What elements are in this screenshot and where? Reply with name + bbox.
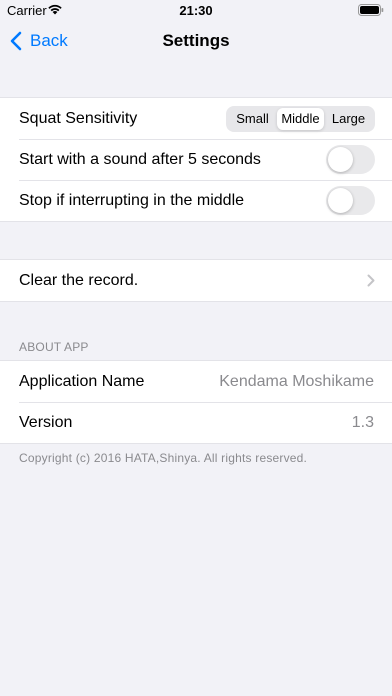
clear-record-label: Clear the record. [19,271,139,289]
stop-interrupt-toggle[interactable] [326,186,375,215]
about-group: Application Name Kendama Moshikame Versi… [0,360,392,444]
settings-group: Squat Sensitivity Small Middle Large Sta… [0,97,392,222]
page-title: Settings [162,31,230,50]
version-row: Version 1.3 [0,402,392,443]
squat-sensitivity-control: Small Middle Large [226,105,375,132]
segment-large[interactable]: Large [324,108,373,130]
squat-sensitivity-label: Squat Sensitivity [19,109,138,127]
squat-sensitivity-row: Squat Sensitivity Small Middle Large [0,98,392,139]
status-bar: Carrier 21:30 [0,0,392,22]
about-section-header: ABOUT APP [19,340,89,354]
segment-middle[interactable]: Middle [277,107,324,130]
battery-icon [358,4,384,19]
clock: 21:30 [179,3,213,18]
sound-start-row: Start with a sound after 5 seconds [0,139,392,180]
version-label: Version [19,413,73,431]
app-name-value: Kendama Moshikame [219,372,374,390]
app-name-row: Application Name Kendama Moshikame [0,361,392,402]
segment-small[interactable]: Small [228,108,277,130]
navigation-bar: Back Settings [0,22,392,60]
record-group: Clear the record. [0,259,392,302]
chevron-right-icon [367,274,375,287]
stop-interrupt-row: Stop if interrupting in the middle [0,180,392,221]
sound-start-label: Start with a sound after 5 seconds [19,150,261,168]
clear-record-row[interactable]: Clear the record. [0,260,392,301]
version-value: 1.3 [351,413,374,431]
stop-interrupt-label: Stop if interrupting in the middle [19,191,245,209]
sound-start-toggle[interactable] [326,145,375,174]
app-name-label: Application Name [19,372,145,390]
copyright-text: Copyright (c) 2016 HATA,Shinya. All righ… [19,451,308,465]
